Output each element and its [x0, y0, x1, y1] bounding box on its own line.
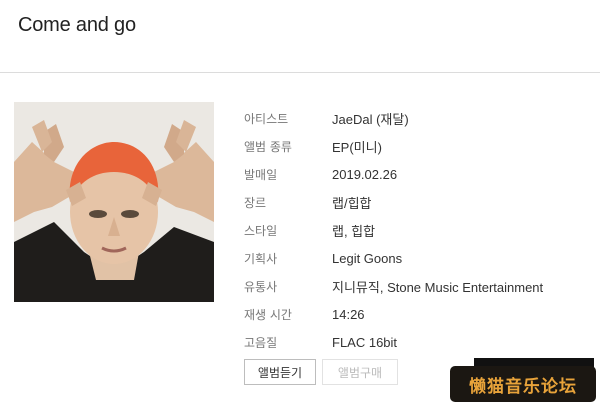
release-date-value: 2019.02.26 [332, 166, 398, 182]
detail-row-release-date: 발매일 2019.02.26 [244, 160, 584, 188]
listen-album-button[interactable]: 앨범듣기 [244, 359, 316, 385]
watermark-badge: 懒猫音乐论坛 [450, 366, 596, 402]
quality-value: FLAC 16bit [332, 334, 398, 350]
artist-value[interactable]: JaeDal (재달) [332, 109, 409, 128]
detail-label: 기획사 [244, 251, 278, 266]
distributor-value: 지니뮤직, Stone Music Entertainment [332, 279, 544, 295]
album-cover-image [14, 102, 214, 302]
watermark-text: 懒猫音乐论坛 [469, 376, 577, 397]
duration-value: 14:26 [332, 306, 365, 322]
style-value: 랩, 힙합 [332, 223, 376, 239]
detail-label: 재생 시간 [244, 307, 292, 322]
detail-row-agency: 기획사 Legit Goons [244, 244, 584, 272]
detail-label: 아티스트 [244, 111, 289, 126]
detail-row-album-type: 앨범 종류 EP(미니) [244, 132, 584, 160]
detail-label: 장르 [244, 195, 267, 210]
detail-row-style: 스타일 랩, 힙합 [244, 216, 584, 244]
detail-row-quality: 고음질 FLAC 16bit [244, 328, 584, 356]
detail-label: 앨범 종류 [244, 139, 292, 154]
detail-label: 발매일 [244, 167, 278, 182]
detail-label: 고음질 [244, 335, 278, 350]
detail-label: 스타일 [244, 223, 278, 238]
detail-row-distributor: 유통사 지니뮤직, Stone Music Entertainment [244, 272, 584, 300]
album-header: Come and go [0, 0, 600, 73]
album-actions: 앨범듣기 앨범구매 [244, 359, 398, 385]
detail-label: 유통사 [244, 279, 278, 294]
album-type-value: EP(미니) [332, 139, 382, 155]
agency-value: Legit Goons [332, 250, 403, 266]
album-cover [14, 102, 214, 302]
genre-value: 랩/힙합 [332, 195, 372, 211]
album-title: Come and go [18, 14, 136, 36]
detail-row-artist: 아티스트 JaeDal (재달) [244, 104, 584, 132]
album-details: 아티스트 JaeDal (재달) 앨범 종류 EP(미니) 발매일 2019.0… [244, 104, 584, 356]
detail-row-duration: 재생 시간 14:26 [244, 300, 584, 328]
detail-row-genre: 장르 랩/힙합 [244, 188, 584, 216]
buy-album-button[interactable]: 앨범구매 [322, 359, 398, 385]
